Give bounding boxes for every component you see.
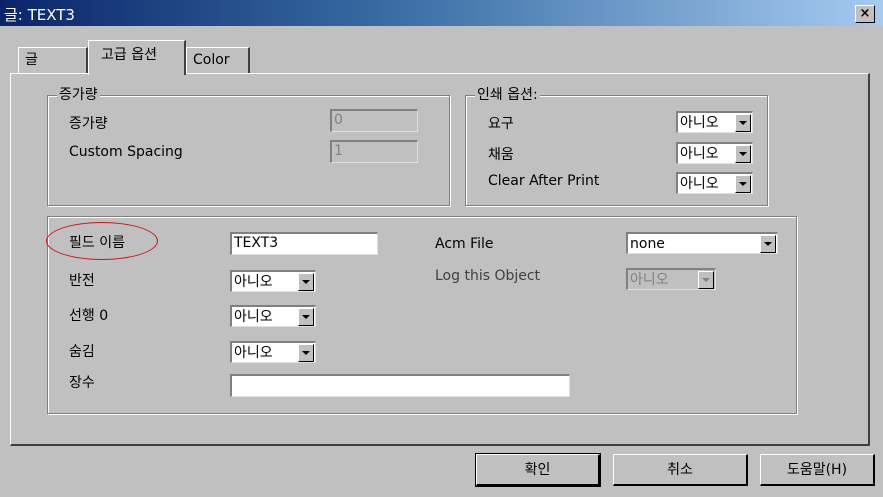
log-object-value: 아니오 bbox=[630, 272, 669, 288]
copies-input[interactable] bbox=[230, 374, 570, 397]
tab-color[interactable]: Color bbox=[186, 47, 250, 73]
chevron-down-icon[interactable] bbox=[735, 175, 751, 193]
print-options-legend: 인쇄 옵션: bbox=[475, 84, 540, 104]
reverse-value: 아니오 bbox=[234, 274, 273, 290]
field-name-input[interactable]: TEXT3 bbox=[230, 232, 378, 255]
increment-group-legend: 증가량 bbox=[57, 84, 100, 104]
acm-file-select[interactable]: none bbox=[626, 232, 778, 254]
tab-label: 고급 옵션 bbox=[101, 47, 157, 63]
chevron-down-icon[interactable] bbox=[698, 271, 714, 289]
custom-spacing-input[interactable]: 1 bbox=[330, 140, 418, 163]
help-button[interactable]: 도움말(H) bbox=[760, 454, 875, 486]
custom-spacing-label: Custom Spacing bbox=[69, 144, 183, 160]
acm-file-value: none bbox=[630, 236, 665, 252]
clear-after-print-value: 아니오 bbox=[680, 176, 719, 192]
clear-after-print-select[interactable]: 아니오 bbox=[676, 172, 753, 194]
tab-advanced-options[interactable]: 고급 옵션 bbox=[88, 40, 186, 75]
tab-text[interactable]: 글 bbox=[18, 47, 88, 73]
increment-label: 증가량 bbox=[69, 116, 108, 132]
reverse-label: 반전 bbox=[69, 273, 95, 289]
copies-label: 장수 bbox=[69, 375, 95, 391]
chevron-down-icon[interactable] bbox=[298, 308, 314, 326]
cancel-button[interactable]: 취소 bbox=[613, 454, 748, 486]
increment-input[interactable]: 0 bbox=[330, 109, 418, 132]
log-object-label: Log this Object bbox=[435, 268, 541, 284]
window-title: 글: TEXT3 bbox=[4, 6, 75, 24]
leading-zero-label: 선행 0 bbox=[69, 308, 109, 324]
fill-label: 채움 bbox=[488, 147, 514, 163]
reverse-select[interactable]: 아니오 bbox=[230, 270, 316, 292]
hidden-select[interactable]: 아니오 bbox=[230, 341, 316, 363]
chevron-down-icon[interactable] bbox=[298, 344, 314, 362]
chevron-down-icon[interactable] bbox=[760, 235, 776, 253]
required-select[interactable]: 아니오 bbox=[676, 111, 753, 133]
clear-after-print-label: Clear After Print bbox=[488, 173, 600, 189]
log-object-select[interactable]: 아니오 bbox=[626, 268, 716, 290]
hidden-label: 숨김 bbox=[69, 344, 95, 360]
leading-zero-value: 아니오 bbox=[234, 309, 273, 325]
ok-button[interactable]: 확인 bbox=[475, 453, 601, 487]
highlight-ellipse bbox=[46, 222, 158, 260]
tab-label: Color bbox=[193, 52, 230, 68]
leading-zero-select[interactable]: 아니오 bbox=[230, 305, 316, 327]
hidden-value: 아니오 bbox=[234, 345, 273, 361]
required-value: 아니오 bbox=[680, 115, 719, 131]
fill-select[interactable]: 아니오 bbox=[676, 142, 753, 164]
tab-label: 글 bbox=[25, 52, 38, 68]
acm-file-label: Acm File bbox=[435, 236, 494, 252]
close-icon: × bbox=[859, 6, 871, 21]
required-label: 요구 bbox=[488, 116, 514, 132]
fill-value: 아니오 bbox=[680, 146, 719, 162]
chevron-down-icon[interactable] bbox=[298, 273, 314, 291]
title-bar[interactable]: 글: TEXT3 × bbox=[0, 0, 883, 26]
chevron-down-icon[interactable] bbox=[735, 145, 751, 163]
close-button[interactable]: × bbox=[855, 5, 875, 23]
chevron-down-icon[interactable] bbox=[735, 114, 751, 132]
